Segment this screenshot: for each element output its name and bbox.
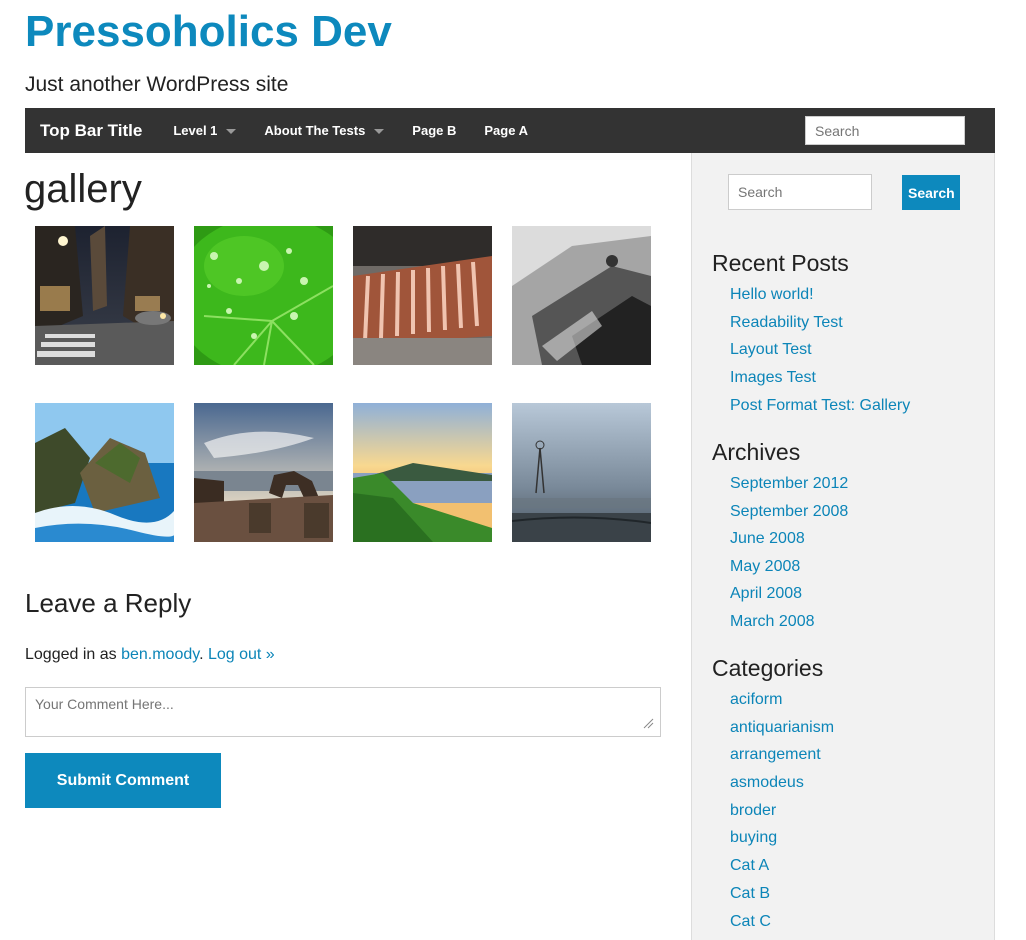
archive-link[interactable]: April 2008 <box>730 585 802 602</box>
category-link[interactable]: Cat A <box>730 857 769 874</box>
category-link[interactable]: arrangement <box>730 746 821 763</box>
categories-list: aciform antiquarianism arrangement asmod… <box>730 690 834 932</box>
category-link[interactable]: asmodeus <box>730 774 804 791</box>
leave-reply-heading: Leave a Reply <box>25 588 192 618</box>
archive-link[interactable]: June 2008 <box>730 530 805 547</box>
nav-item-page-b[interactable]: Page B <box>412 123 456 138</box>
recent-post-link[interactable]: Layout Test <box>730 341 812 358</box>
nav-item-label: Page A <box>484 123 528 138</box>
recent-post-link[interactable]: Hello world! <box>730 286 814 303</box>
category-link[interactable]: antiquarianism <box>730 719 834 736</box>
green-leaf-water-drops-photo[interactable] <box>194 226 333 365</box>
sea-cliff-rocks-photo[interactable] <box>35 403 174 542</box>
logged-in-prefix: Logged in as <box>25 646 122 663</box>
top-bar-title[interactable]: Top Bar Title <box>40 121 142 141</box>
nav-item-page-a[interactable]: Page A <box>484 123 528 138</box>
chevron-down-icon <box>226 128 237 134</box>
archive-link[interactable]: September 2008 <box>730 503 848 520</box>
page-title: gallery <box>24 167 142 211</box>
nav-item-label: Level 1 <box>173 123 218 138</box>
recent-post-link[interactable]: Readability Test <box>730 314 843 331</box>
submit-comment-button[interactable]: Submit Comment <box>25 753 221 808</box>
nav-item-level-1[interactable]: Level 1 <box>173 123 237 138</box>
misty-windmill-photo[interactable] <box>512 403 651 542</box>
archive-link[interactable]: September 2012 <box>730 475 848 492</box>
user-link[interactable]: ben.moody <box>121 646 199 663</box>
nav-item-label: Page B <box>412 123 457 138</box>
black-white-rock-photo[interactable] <box>512 226 651 365</box>
recent-post-link[interactable]: Images Test <box>730 369 816 386</box>
recent-posts-heading: Recent Posts <box>712 250 849 276</box>
category-link[interactable]: aciform <box>730 691 782 708</box>
archives-heading: Archives <box>712 439 801 465</box>
archive-link[interactable]: March 2008 <box>730 613 815 630</box>
sidebar-search-input[interactable] <box>728 174 872 210</box>
archive-link[interactable]: May 2008 <box>730 558 800 575</box>
top-bar: Top Bar Title Level 1 About The Tests Pa… <box>25 108 995 153</box>
beach-rock-arch-photo[interactable] <box>194 403 333 542</box>
city-street-photo[interactable] <box>35 226 174 365</box>
log-out-link[interactable]: Log out » <box>208 646 275 663</box>
site-title[interactable]: Pressoholics Dev <box>25 6 392 58</box>
logged-in-separator: . <box>199 646 208 663</box>
logged-in-note: Logged in as ben.moody. Log out » <box>25 645 275 665</box>
comment-textarea[interactable] <box>25 687 661 737</box>
resize-handle-icon[interactable] <box>642 717 654 729</box>
top-bar-search-input[interactable] <box>805 116 965 145</box>
grilled-meat-photo[interactable] <box>353 226 492 365</box>
coastline-sunset-photo[interactable] <box>353 403 492 542</box>
category-link[interactable]: buying <box>730 829 777 846</box>
category-link[interactable]: Cat B <box>730 885 770 902</box>
sidebar: Search Recent Posts Hello world! Readabi… <box>691 153 995 940</box>
categories-heading: Categories <box>712 655 824 681</box>
nav-item-about-the-tests[interactable]: About The Tests <box>264 123 385 138</box>
chevron-down-icon <box>374 128 385 134</box>
nav-item-label: About The Tests <box>264 123 366 138</box>
recent-posts-list: Hello world! Readability Test Layout Tes… <box>730 285 910 416</box>
recent-post-link[interactable]: Post Format Test: Gallery <box>730 397 910 414</box>
site-tagline: Just another WordPress site <box>25 73 289 96</box>
archives-list: September 2012 September 2008 June 2008 … <box>730 474 848 632</box>
sidebar-search-button[interactable]: Search <box>902 175 960 210</box>
category-link[interactable]: Cat C <box>730 913 771 930</box>
category-link[interactable]: broder <box>730 802 776 819</box>
